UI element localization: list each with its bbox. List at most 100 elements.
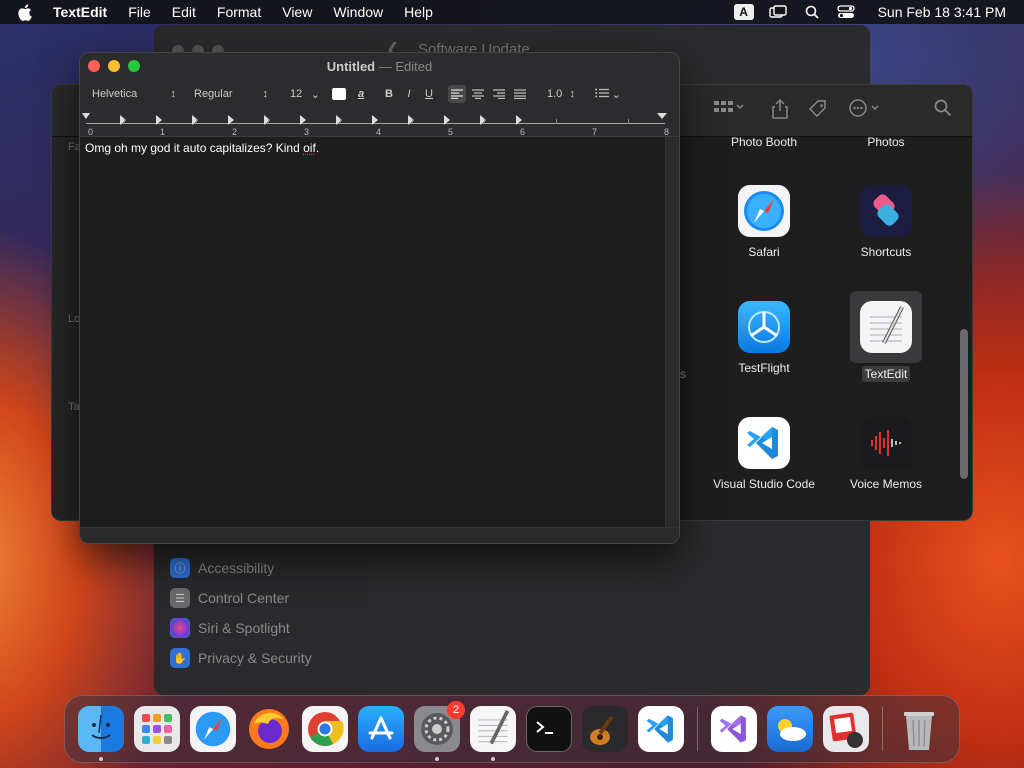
left-indent-marker[interactable]	[82, 113, 90, 119]
align-right-icon[interactable]	[490, 85, 508, 103]
menubar-clock[interactable]: Sun Feb 18 3:41 PM	[878, 4, 1006, 20]
control-center-icon[interactable]	[836, 3, 856, 21]
tab-stop-marker[interactable]	[264, 115, 270, 125]
align-center-icon[interactable]	[469, 85, 487, 103]
bold-button[interactable]: B	[380, 85, 398, 103]
ruler-tick	[340, 119, 341, 124]
dock-system-settings-icon[interactable]: 2	[414, 701, 465, 761]
share-icon[interactable]	[772, 98, 788, 124]
control-center-icon: ☰	[170, 588, 190, 608]
dock-chrome-icon[interactable]	[302, 706, 348, 752]
dock-trash-icon[interactable]	[896, 706, 942, 752]
font-family-popup[interactable]: Helvetica ↕	[88, 85, 180, 103]
line-spacing-popup[interactable]: 1.0 ↕	[543, 85, 579, 103]
dock-safari-icon[interactable]	[190, 706, 236, 752]
tab-stop-marker[interactable]	[300, 115, 306, 125]
dock-finder-icon[interactable]	[78, 706, 124, 761]
close-button[interactable]	[88, 60, 100, 72]
dock-firefox-icon[interactable]	[246, 706, 292, 752]
accessibility-icon: ⓘ	[170, 558, 190, 578]
document-body[interactable]: Omg oh my god it auto capitalizes? Kind …	[85, 141, 319, 155]
search-icon[interactable]	[934, 99, 952, 122]
tab-stop-marker[interactable]	[516, 115, 522, 125]
app-textedit[interactable]: TextEdit	[831, 291, 941, 382]
siri-icon	[170, 618, 190, 638]
text-color-well[interactable]	[332, 88, 346, 100]
menu-window[interactable]: Window	[333, 4, 383, 20]
tab-stop-marker[interactable]	[444, 115, 450, 125]
align-justify-icon[interactable]	[511, 85, 529, 103]
align-left-icon[interactable]	[448, 85, 466, 103]
dock-separator	[697, 707, 698, 751]
list-bullets-popup[interactable]: ⌄	[591, 85, 625, 103]
font-style-popup[interactable]: Regular ↕	[190, 85, 272, 103]
dock-garageband-icon[interactable]	[582, 706, 628, 752]
search-icon[interactable]	[802, 3, 822, 21]
more-actions-icon[interactable]	[849, 99, 885, 122]
menu-app-name[interactable]: TextEdit	[53, 4, 107, 20]
underline-button[interactable]: U	[420, 85, 438, 103]
tab-stop-marker[interactable]	[336, 115, 342, 125]
title-separator: —	[378, 59, 392, 74]
minimize-button[interactable]	[108, 60, 120, 72]
tab-stop-marker[interactable]	[120, 115, 126, 125]
right-indent-marker[interactable]	[657, 113, 667, 119]
sidebar-partial-label: Ta	[68, 401, 80, 413]
menu-file[interactable]: File	[128, 4, 151, 20]
background-color-icon[interactable]: a	[352, 85, 370, 103]
zoom-button[interactable]	[128, 60, 140, 72]
dock-weather-icon[interactable]	[767, 706, 813, 752]
misspelled-word[interactable]: oif	[303, 141, 316, 155]
tab-stop-marker[interactable]	[372, 115, 378, 125]
sidebar-item-label: Control Center	[198, 590, 290, 606]
document-text-area[interactable]: Omg oh my god it auto capitalizes? Kind …	[80, 137, 666, 528]
apple-menu-icon[interactable]	[17, 3, 35, 21]
tab-stop-marker[interactable]	[408, 115, 414, 125]
ruler-number: 0	[88, 127, 94, 137]
tab-stop-marker[interactable]	[156, 115, 162, 125]
dock-visual-studio-icon[interactable]	[711, 706, 757, 752]
vertical-scrollbar[interactable]	[665, 137, 679, 528]
app-shortcuts[interactable]: Shortcuts	[831, 185, 941, 259]
sidebar-item-siri-spotlight[interactable]: Siri & Spotlight	[170, 613, 312, 643]
notification-badge: 2	[447, 701, 465, 719]
menu-format[interactable]: Format	[217, 4, 261, 20]
menu-edit[interactable]: Edit	[172, 4, 196, 20]
menu-help[interactable]: Help	[404, 4, 433, 20]
dock-terminal-icon[interactable]	[526, 706, 572, 752]
dock-launchpad-icon[interactable]	[134, 706, 180, 752]
tab-stop-marker[interactable]	[480, 115, 486, 125]
app-photo-booth[interactable]: Photo Booth	[709, 135, 819, 149]
horizontal-scrollbar[interactable]	[80, 527, 679, 543]
chevron-down-icon: ⌄	[310, 88, 320, 101]
input-source-badge[interactable]: A	[733, 4, 754, 20]
app-photos[interactable]: Photos	[831, 135, 941, 149]
tab-stop-marker[interactable]	[228, 115, 234, 125]
screen-mirroring-icon[interactable]	[768, 3, 788, 21]
sidebar-item-privacy-security[interactable]: ✋ Privacy & Security	[170, 643, 312, 673]
finder-sidebar	[52, 137, 82, 520]
tab-stop-marker[interactable]	[192, 115, 198, 125]
dock-photo-slideshow-icon[interactable]	[823, 706, 869, 752]
dock-app-store-icon[interactable]	[358, 706, 404, 752]
textedit-titlebar[interactable]: Untitled — Edited	[80, 53, 679, 81]
sidebar-item-control-center[interactable]: ☰ Control Center	[170, 583, 312, 613]
app-testflight[interactable]: TestFlight	[709, 301, 819, 375]
app-label: TestFlight	[738, 361, 790, 375]
ruler[interactable]: 0 1 2 3 4 5 6 7 8	[80, 107, 679, 137]
menu-view[interactable]: View	[282, 4, 312, 20]
view-grid-icon[interactable]	[714, 99, 744, 120]
finder-scrollbar[interactable]	[960, 329, 968, 479]
tag-icon[interactable]	[808, 99, 828, 124]
sidebar-item-accessibility[interactable]: ⓘ Accessibility	[170, 553, 312, 583]
line-spacing-value: 1.0	[547, 88, 563, 100]
dock-vscode-icon[interactable]	[638, 706, 684, 752]
app-voice-memos[interactable]: Voice Memos	[831, 417, 941, 491]
font-size-combo[interactable]: 12 ⌄	[286, 85, 324, 103]
italic-button[interactable]: I	[400, 85, 418, 103]
chevron-down-icon: ⌄	[611, 88, 621, 101]
app-safari[interactable]: Safari	[709, 185, 819, 259]
dock-textedit-icon[interactable]	[470, 706, 516, 761]
app-label: Photo Booth	[730, 135, 798, 149]
app-vscode[interactable]: Visual Studio Code	[709, 417, 819, 491]
